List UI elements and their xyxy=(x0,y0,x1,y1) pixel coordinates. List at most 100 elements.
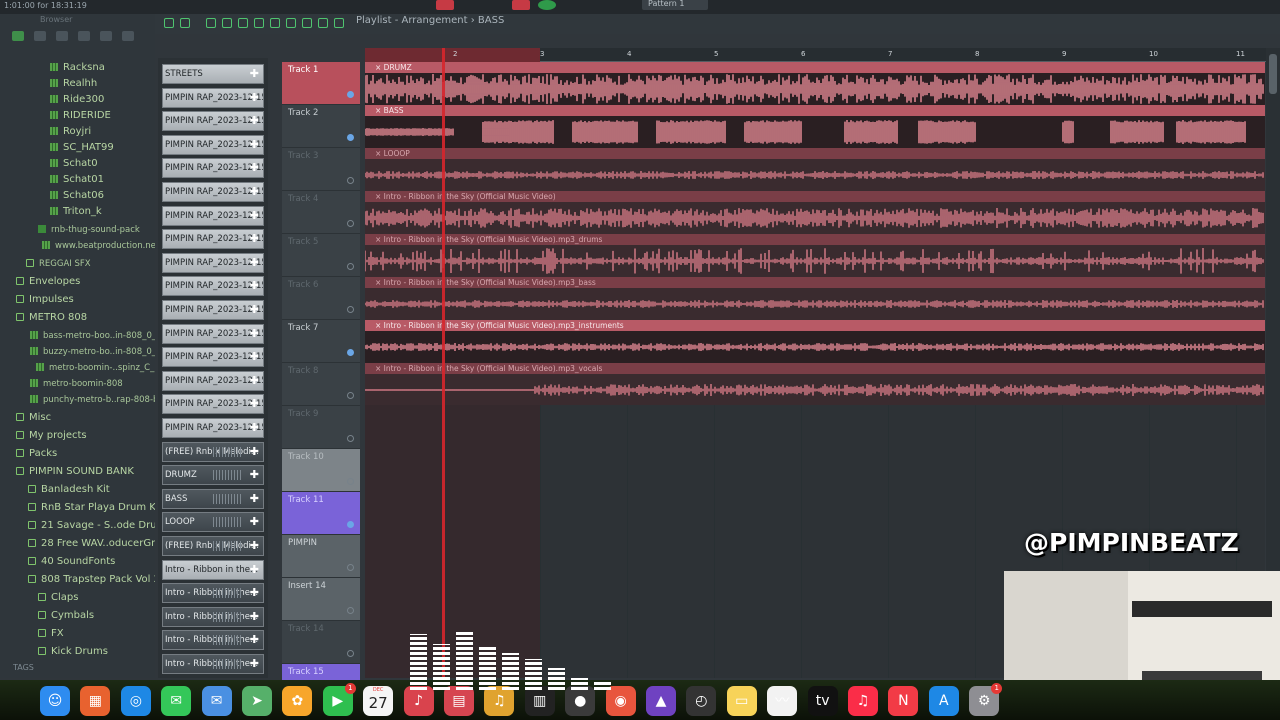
browser-item[interactable]: RnB Star Playa Drum Kit xyxy=(28,500,155,516)
track-header[interactable]: Track 2 xyxy=(282,105,360,148)
browser-item[interactable]: Schat01 xyxy=(50,172,155,188)
channel-button[interactable]: (FREE) Rnb x Melodi... ✚ xyxy=(162,441,264,462)
channel-button[interactable]: PIMPIN RAP_2023-12-15... ✚ xyxy=(162,182,264,202)
playlist-clip[interactable]: × Intro - Ribbon in the Sky (Official Mu… xyxy=(365,320,1265,363)
browser-tool-icon[interactable] xyxy=(34,31,46,41)
browser-item[interactable]: Misc xyxy=(16,410,155,426)
browser-tool-icon[interactable] xyxy=(56,31,68,41)
browser-item[interactable]: Schat0 xyxy=(50,156,155,172)
browser-tool-icon[interactable] xyxy=(12,31,24,41)
stickies-icon[interactable]: ▭ xyxy=(726,686,757,716)
playlist-clip[interactable]: × Intro - Ribbon in the Sky (Official Mu… xyxy=(365,277,1265,320)
channel-button[interactable]: STREETS ✚ xyxy=(162,64,264,84)
browser-item[interactable]: Envelopes xyxy=(16,274,155,290)
channel-target-icon[interactable]: ✚ xyxy=(250,443,259,461)
channel-target-icon[interactable]: ✚ xyxy=(250,301,259,319)
channel-button[interactable]: Intro - Ribbon in the... ✚ xyxy=(162,559,264,580)
channel-target-icon[interactable]: ✚ xyxy=(250,65,259,83)
track-enable-icon[interactable] xyxy=(347,306,354,313)
playlist-clip[interactable]: × Intro - Ribbon in the Sky (Official Mu… xyxy=(365,363,1265,406)
tags-label[interactable]: TAGS xyxy=(13,663,34,672)
fl-studio-icon[interactable]: ♪ xyxy=(403,686,434,716)
track-header[interactable]: PIMPIN xyxy=(282,535,360,578)
channel-target-icon[interactable]: ✚ xyxy=(250,230,259,248)
channel-button[interactable]: PIMPIN RAP_2023-12-15... ✚ xyxy=(162,87,264,108)
slice-tool-icon[interactable] xyxy=(286,18,296,28)
record-icon[interactable] xyxy=(436,0,454,10)
browser-item[interactable]: Banladesh Kit xyxy=(28,482,155,498)
paint-tool-icon[interactable] xyxy=(222,18,232,28)
browser-item[interactable]: buzzy-metro-bo..in-808_0_major xyxy=(30,344,155,360)
channel-target-icon[interactable]: ✚ xyxy=(250,325,259,343)
maps-icon[interactable]: ➤ xyxy=(242,686,272,716)
track-header[interactable]: Track 4 xyxy=(282,191,360,234)
track-header[interactable]: Track 6 xyxy=(282,277,360,320)
channel-button[interactable]: LOOOP ✚ xyxy=(162,512,264,533)
garageband-icon[interactable]: ♫ xyxy=(484,686,515,716)
activity-icon[interactable]: ◴ xyxy=(686,686,717,716)
browser-item[interactable]: SC_HAT99 xyxy=(50,140,155,156)
track-enable-icon[interactable] xyxy=(347,435,354,442)
channel-button[interactable]: PIMPIN RAP_2023-12-15... ✚ xyxy=(162,276,264,297)
browser-item[interactable]: Ride300 xyxy=(50,92,155,108)
current-pattern-name[interactable]: BASS xyxy=(478,15,504,26)
channel-button[interactable]: BASS ✚ xyxy=(162,488,264,509)
facetime-icon[interactable]: ▶ 1 xyxy=(322,683,356,716)
channel-target-icon[interactable]: ✚ xyxy=(250,348,259,366)
channel-button[interactable]: PIMPIN RAP_2023-12-15... ✚ xyxy=(162,205,264,226)
safari-icon[interactable]: ◎ xyxy=(120,686,151,716)
pattern-selector[interactable]: Pattern 1 xyxy=(642,0,708,10)
channel-target-icon[interactable]: ✚ xyxy=(250,89,259,107)
calendar-icon[interactable]: DEC 27 xyxy=(363,686,394,716)
channel-target-icon[interactable]: ✚ xyxy=(250,537,259,555)
track-header[interactable]: Track 1 xyxy=(282,62,360,105)
track-enable-icon[interactable] xyxy=(347,478,354,485)
browser-item[interactable]: REGGAI SFX xyxy=(26,256,155,272)
playlist-clip[interactable]: × BASS xyxy=(365,105,1265,148)
logic-icon[interactable]: ▲ xyxy=(646,686,676,716)
mute-tool-icon[interactable] xyxy=(254,18,264,28)
channel-button[interactable]: PIMPIN RAP_2023-12-15... ✚ xyxy=(162,229,264,250)
browser-item[interactable]: METRO 808 xyxy=(16,310,155,326)
channel-button[interactable]: Intro - Ribbon in the... ✚ xyxy=(162,583,264,604)
channel-button[interactable]: (FREE) Rnb x Melodi... ✚ xyxy=(162,536,264,556)
select-tool-icon[interactable] xyxy=(302,18,312,28)
loop-record-icon[interactable] xyxy=(512,0,530,10)
browser-tool-icon[interactable] xyxy=(100,31,112,41)
track-enable-icon[interactable] xyxy=(347,564,354,571)
browser-item[interactable]: RIDERIDE xyxy=(50,108,155,124)
playlist-clip[interactable]: × Intro - Ribbon in the Sky (Official Mu… xyxy=(365,234,1265,277)
channel-target-icon[interactable]: ✚ xyxy=(250,207,259,225)
unknown-app-icon[interactable]: ● xyxy=(565,686,596,716)
browser-item[interactable]: Royjri xyxy=(50,124,155,140)
track-header[interactable]: Insert 14 xyxy=(282,578,360,621)
track-header[interactable]: Track 9 xyxy=(282,406,360,449)
track-header[interactable]: Track 11 xyxy=(282,492,360,535)
track-enable-icon[interactable] xyxy=(347,349,354,356)
browser-item[interactable]: 28 Free WAV..oducerGrind] xyxy=(28,536,155,552)
channel-target-icon[interactable]: ✚ xyxy=(250,419,259,437)
news-icon[interactable]: N xyxy=(888,686,919,716)
browser-item[interactable]: 21 Savage - S..ode Drum Kit xyxy=(28,518,155,534)
messages-icon[interactable]: ✉ xyxy=(161,686,192,716)
channel-button[interactable]: DRUMZ ✚ xyxy=(162,465,264,486)
notes-icon[interactable]: ▤ xyxy=(444,686,474,716)
track-enable-icon[interactable] xyxy=(347,220,354,227)
browser-item[interactable]: 808 Trapstep Pack Vol 2 xyxy=(28,572,155,588)
track-header[interactable]: Track 5 xyxy=(282,234,360,277)
photos-icon[interactable]: ✿ xyxy=(282,686,313,716)
browser-item[interactable]: www.beatproduction.net xyxy=(42,238,155,254)
playlist-clip[interactable]: × LOOOP xyxy=(365,148,1265,191)
channel-button[interactable]: PIMPIN RAP_2023-12-15... ✚ xyxy=(162,158,264,179)
channel-button[interactable]: PIMPIN RAP_2023-12-15... ✚ xyxy=(162,394,264,415)
freeform-icon[interactable]: 〰 xyxy=(767,686,798,716)
delete-tool-icon[interactable] xyxy=(238,18,248,28)
track-header[interactable]: Track 8 xyxy=(282,363,360,406)
track-enable-icon[interactable] xyxy=(347,607,354,614)
play-icon[interactable] xyxy=(164,18,174,28)
channel-target-icon[interactable]: ✚ xyxy=(250,513,259,531)
browser-item[interactable]: Realhh xyxy=(50,76,155,92)
channel-target-icon[interactable]: ✚ xyxy=(250,159,259,177)
channel-target-icon[interactable]: ✚ xyxy=(250,136,259,154)
apple-tv-icon[interactable]: tv xyxy=(807,686,838,716)
